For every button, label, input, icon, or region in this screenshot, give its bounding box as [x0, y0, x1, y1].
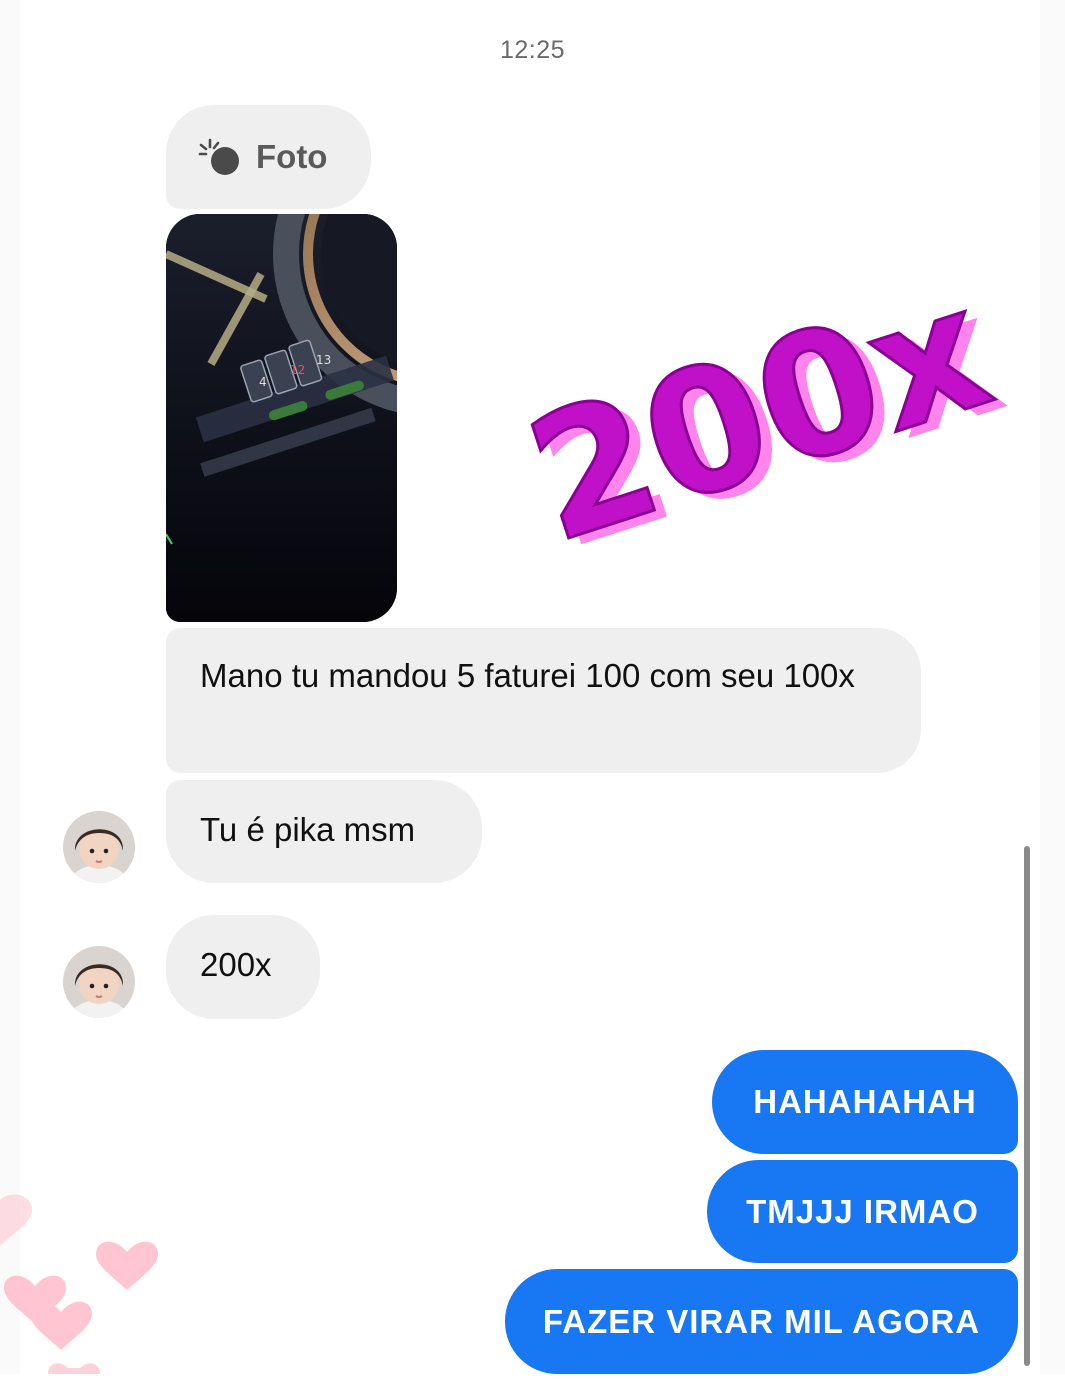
scrollbar[interactable] — [1024, 846, 1030, 1366]
outgoing-message-2[interactable]: TMJJJ IRMAO — [707, 1160, 1018, 1263]
photo-message-label[interactable]: Foto — [166, 105, 371, 209]
photo-slot-1: 4 — [259, 375, 267, 389]
outgoing-message-1-text: HAHAHAHAH — [753, 1083, 977, 1120]
heart-icon — [96, 1241, 158, 1290]
photo-slot-3: 13 — [316, 353, 331, 367]
hearts-decoration — [0, 1190, 180, 1374]
outgoing-message-3-text: FAZER VIRAR MIL AGORA — [542, 1302, 981, 1340]
outgoing-message-1[interactable]: HAHAHAHAH — [712, 1050, 1018, 1154]
incoming-message-2-text: Tu é pika msm — [200, 811, 416, 848]
heart-icon — [0, 1194, 33, 1246]
message-timestamp: 12:25 — [499, 36, 566, 64]
profile-avatar-icon[interactable] — [63, 811, 135, 883]
outgoing-message-3[interactable]: FAZER VIRAR MIL AGORA — [505, 1269, 1018, 1374]
incoming-message-3-text: 200x — [200, 946, 272, 983]
incoming-message-1-text: Mano tu mandou 5 faturei 100 com seu 100… — [200, 657, 855, 694]
photo-label: Foto — [256, 138, 328, 175]
incoming-message-2[interactable]: Tu é pika msm — [166, 780, 482, 883]
sticker-200x: 200x 200x — [490, 248, 1030, 588]
sticker-text: 200x — [507, 250, 1010, 550]
left-gutter — [0, 0, 20, 1374]
photo-sparkle-icon — [198, 137, 242, 177]
outgoing-message-2-text: TMJJJ IRMAO — [746, 1192, 979, 1230]
heart-icon — [48, 1363, 100, 1374]
incoming-message-3[interactable]: 200x — [166, 915, 320, 1019]
heart-icon — [30, 1301, 92, 1350]
shared-photo[interactable]: 4 12 13 — [166, 214, 397, 622]
right-gutter — [1040, 0, 1065, 1374]
photo-slot-2: 12 — [290, 363, 305, 377]
profile-avatar-icon[interactable] — [63, 946, 135, 1018]
incoming-message-1[interactable]: Mano tu mandou 5 faturei 100 com seu 100… — [166, 628, 921, 773]
